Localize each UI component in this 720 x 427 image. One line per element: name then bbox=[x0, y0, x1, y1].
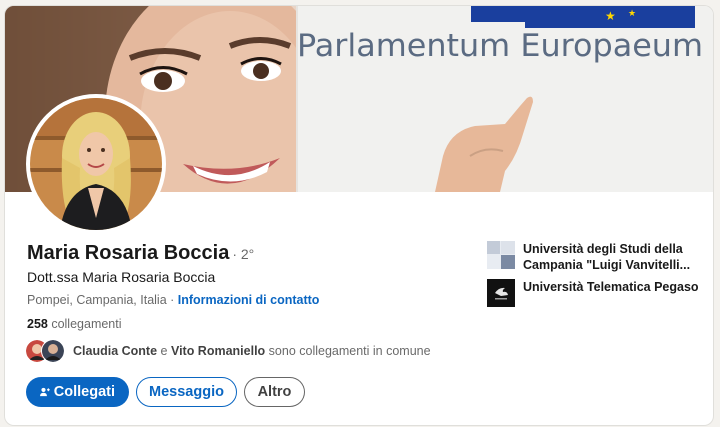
profile-actions: Collegati Messaggio Altro bbox=[26, 377, 305, 407]
connect-button-label: Collegati bbox=[53, 384, 115, 400]
more-button[interactable]: Altro bbox=[244, 377, 305, 407]
contact-info-link[interactable]: Informazioni di contatto bbox=[178, 293, 320, 307]
svg-text:★: ★ bbox=[605, 9, 616, 23]
education-item-pegaso[interactable]: Università Telematica Pegaso bbox=[487, 279, 703, 307]
profile-card: ★ ★ Parlamentum Europaeum Maria Rosaria … bbox=[5, 6, 713, 425]
mutual-person-1[interactable]: Claudia Conte bbox=[73, 344, 157, 358]
vanvitelli-logo-icon bbox=[487, 241, 515, 269]
profile-photo[interactable] bbox=[26, 94, 166, 234]
education-name-vanvitelli: Università degli Studi della Campania "L… bbox=[523, 242, 691, 272]
message-button[interactable]: Messaggio bbox=[136, 377, 237, 407]
more-button-label: Altro bbox=[257, 384, 292, 400]
education-name-pegaso: Università Telematica Pegaso bbox=[523, 280, 699, 294]
mutual-avatar-2 bbox=[41, 339, 65, 363]
mutual-connections[interactable]: Claudia Conte e Vito Romaniello sono col… bbox=[25, 339, 431, 363]
mutual-text: Claudia Conte e Vito Romaniello sono col… bbox=[73, 344, 431, 358]
banner-sign-text: Parlamentum Europaeum bbox=[297, 28, 703, 64]
connections-count[interactable]: 258 collegamenti bbox=[27, 317, 122, 331]
profile-name: Maria Rosaria Boccia bbox=[27, 242, 230, 264]
education-item-vanvitelli[interactable]: Università degli Studi della Campania "L… bbox=[487, 241, 703, 273]
profile-location: Pompei, Campania, Italia bbox=[27, 293, 167, 307]
profile-headline: Dott.ssa Maria Rosaria Boccia bbox=[27, 269, 216, 285]
svg-text:★: ★ bbox=[628, 9, 636, 19]
message-button-label: Messaggio bbox=[149, 384, 224, 400]
connections-label: collegamenti bbox=[47, 317, 122, 331]
mutual-suffix: sono collegamenti in comune bbox=[265, 344, 431, 358]
profile-photo-image bbox=[30, 98, 162, 230]
connections-number: 258 bbox=[27, 317, 48, 331]
name-row: Maria Rosaria Boccia · 2° bbox=[27, 242, 254, 265]
location-row: Pompei, Campania, Italia · Informazioni … bbox=[27, 293, 319, 307]
add-person-icon bbox=[40, 387, 50, 397]
mutual-joiner: e bbox=[157, 344, 171, 358]
connect-button[interactable]: Collegati bbox=[26, 377, 129, 407]
mutual-person-2[interactable]: Vito Romaniello bbox=[171, 344, 265, 358]
mutual-avatars bbox=[25, 339, 69, 363]
connection-degree: · 2° bbox=[232, 246, 255, 262]
pegaso-logo-icon bbox=[487, 279, 515, 307]
location-separator: · bbox=[166, 293, 178, 307]
